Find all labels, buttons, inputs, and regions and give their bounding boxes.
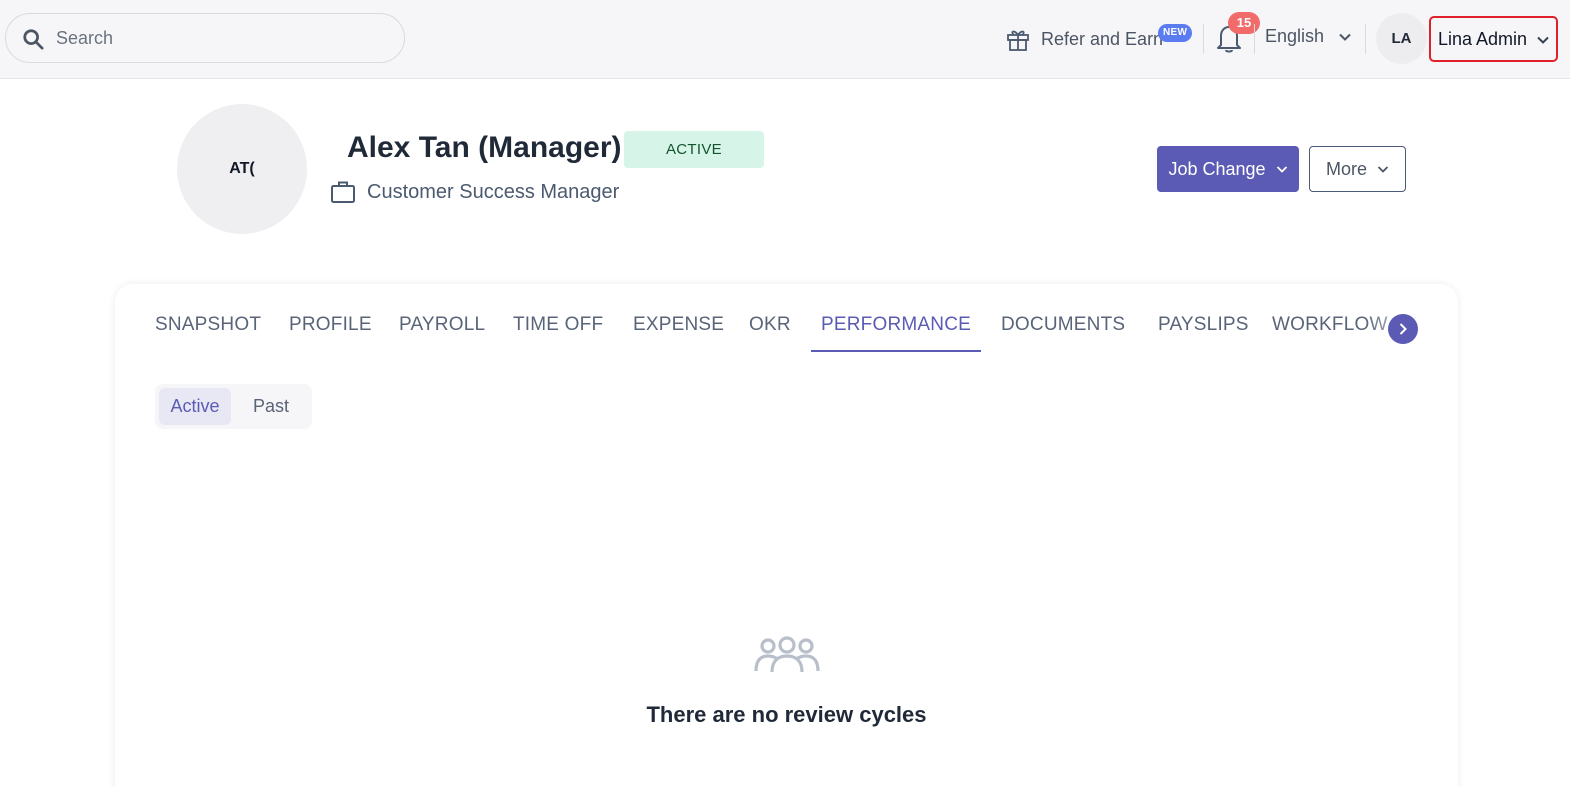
tab-bar: SNAPSHOT PROFILE PAYROLL TIME OFF EXPENS… — [115, 284, 1458, 354]
tab-documents[interactable]: DOCUMENTS — [1001, 314, 1125, 336]
search-input[interactable] — [56, 22, 386, 54]
chevron-down-icon — [1339, 33, 1351, 41]
tab-payslips[interactable]: PAYSLIPS — [1158, 314, 1249, 336]
tab-okr[interactable]: OKR — [749, 314, 791, 336]
active-tab-indicator — [811, 350, 981, 352]
employee-avatar: AT( — [177, 104, 307, 234]
tab-scroll-next-button[interactable] — [1388, 314, 1418, 344]
users-group-icon — [754, 636, 820, 673]
job-title-label: Customer Success Manager — [367, 180, 620, 203]
chevron-down-icon — [1537, 36, 1549, 44]
chevron-down-icon — [1276, 166, 1287, 173]
refer-and-earn-link[interactable]: Refer and Earn — [1005, 24, 1163, 54]
more-label: More — [1325, 158, 1367, 179]
divider — [1203, 24, 1204, 54]
job-change-label: Job Change — [1168, 158, 1266, 179]
tab-expense[interactable]: EXPENSE — [633, 314, 724, 336]
past-filter-button[interactable]: Past — [241, 388, 301, 425]
top-bar: Refer and Earn NEW 15 English LA Lina Ad… — [0, 0, 1570, 79]
chevron-down-icon — [1377, 166, 1389, 173]
status-badge: ACTIVE — [624, 131, 764, 168]
user-name-label: Lina Admin — [1438, 28, 1528, 49]
user-menu-dropdown[interactable]: Lina Admin — [1429, 16, 1558, 62]
tab-performance[interactable]: PERFORMANCE — [821, 314, 971, 336]
job-change-button[interactable]: Job Change — [1157, 146, 1299, 192]
divider — [1365, 24, 1366, 54]
tab-time-off[interactable]: TIME OFF — [513, 314, 603, 336]
more-button[interactable]: More — [1309, 146, 1406, 192]
new-badge: NEW — [1158, 24, 1193, 42]
search-icon — [23, 29, 44, 50]
search-box[interactable] — [5, 13, 405, 63]
tab-snapshot[interactable]: SNAPSHOT — [155, 314, 261, 336]
job-title: Customer Success Manager — [330, 179, 619, 205]
active-filter-button[interactable]: Active — [159, 388, 231, 425]
gift-icon — [1007, 30, 1029, 51]
employee-name: Alex Tan (Manager) — [347, 131, 622, 164]
notification-count-badge: 15 — [1228, 12, 1260, 34]
divider — [1254, 24, 1255, 54]
tab-profile[interactable]: PROFILE — [289, 314, 372, 336]
user-avatar[interactable]: LA — [1376, 13, 1427, 64]
review-status-toggle: Active Past — [155, 384, 312, 429]
employee-detail-card: SNAPSHOT PROFILE PAYROLL TIME OFF EXPENS… — [115, 284, 1458, 787]
chevron-right-icon — [1399, 323, 1407, 335]
tab-payroll[interactable]: PAYROLL — [399, 314, 485, 336]
language-selector[interactable]: English — [1265, 26, 1352, 47]
briefcase-icon — [331, 181, 355, 203]
refer-and-earn-label: Refer and Earn — [1041, 28, 1164, 49]
language-label: English — [1265, 26, 1325, 46]
empty-state-message: There are no review cycles — [646, 702, 927, 727]
